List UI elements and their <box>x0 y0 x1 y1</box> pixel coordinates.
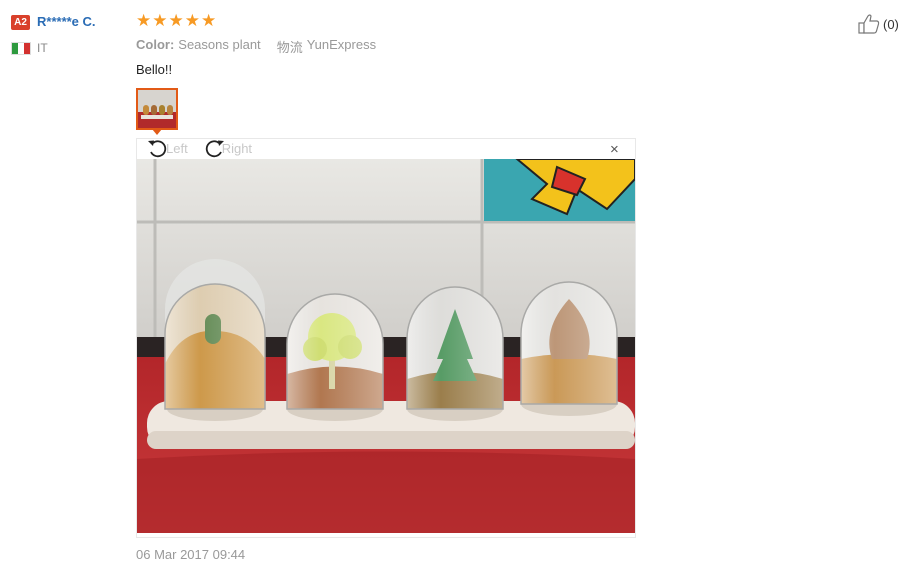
review-date: 06 Mar 2017 09:44 <box>136 547 246 562</box>
logistics-label: 物流 <box>276 40 303 55</box>
color-value: Seasons plant <box>178 37 261 52</box>
close-icon[interactable]: × <box>610 141 619 159</box>
rotate-left-label[interactable]: Left <box>166 141 188 156</box>
helpful-count: (0) <box>883 16 899 32</box>
star-rating: ★ ★ ★ ★ ★ <box>136 12 216 30</box>
star-icon: ★ <box>136 11 152 30</box>
thumbnail-image[interactable] <box>138 90 176 128</box>
logistics-value: YunExpress <box>306 37 377 52</box>
italy-flag-icon <box>11 42 31 55</box>
star-icon: ★ <box>152 11 168 30</box>
rotate-right-label[interactable]: Right <box>222 141 252 156</box>
star-icon: ★ <box>168 11 184 30</box>
buyer-level-badge: A2 <box>11 15 30 30</box>
review-photo <box>137 159 635 533</box>
reviewer-country: IT <box>37 41 48 55</box>
color-label: Color: <box>136 37 175 52</box>
rotate-right-button[interactable]: Right <box>202 138 252 158</box>
thumbnail-pointer <box>152 129 162 135</box>
review-text: Bello!! <box>136 62 173 77</box>
star-icon: ★ <box>201 11 217 30</box>
star-icon: ★ <box>184 11 200 30</box>
reviewer-name: R*****e C. <box>37 14 96 29</box>
viewer-toolbar: Left Right <box>146 138 252 158</box>
thumbs-up-icon[interactable] <box>858 14 880 34</box>
review-meta: Color: Seasons plant 物流 YunExpress <box>136 37 376 56</box>
helpful-button[interactable]: (0) <box>858 14 899 34</box>
rotate-left-button[interactable]: Left <box>146 138 188 158</box>
review-image-thumbnail[interactable] <box>136 88 178 130</box>
